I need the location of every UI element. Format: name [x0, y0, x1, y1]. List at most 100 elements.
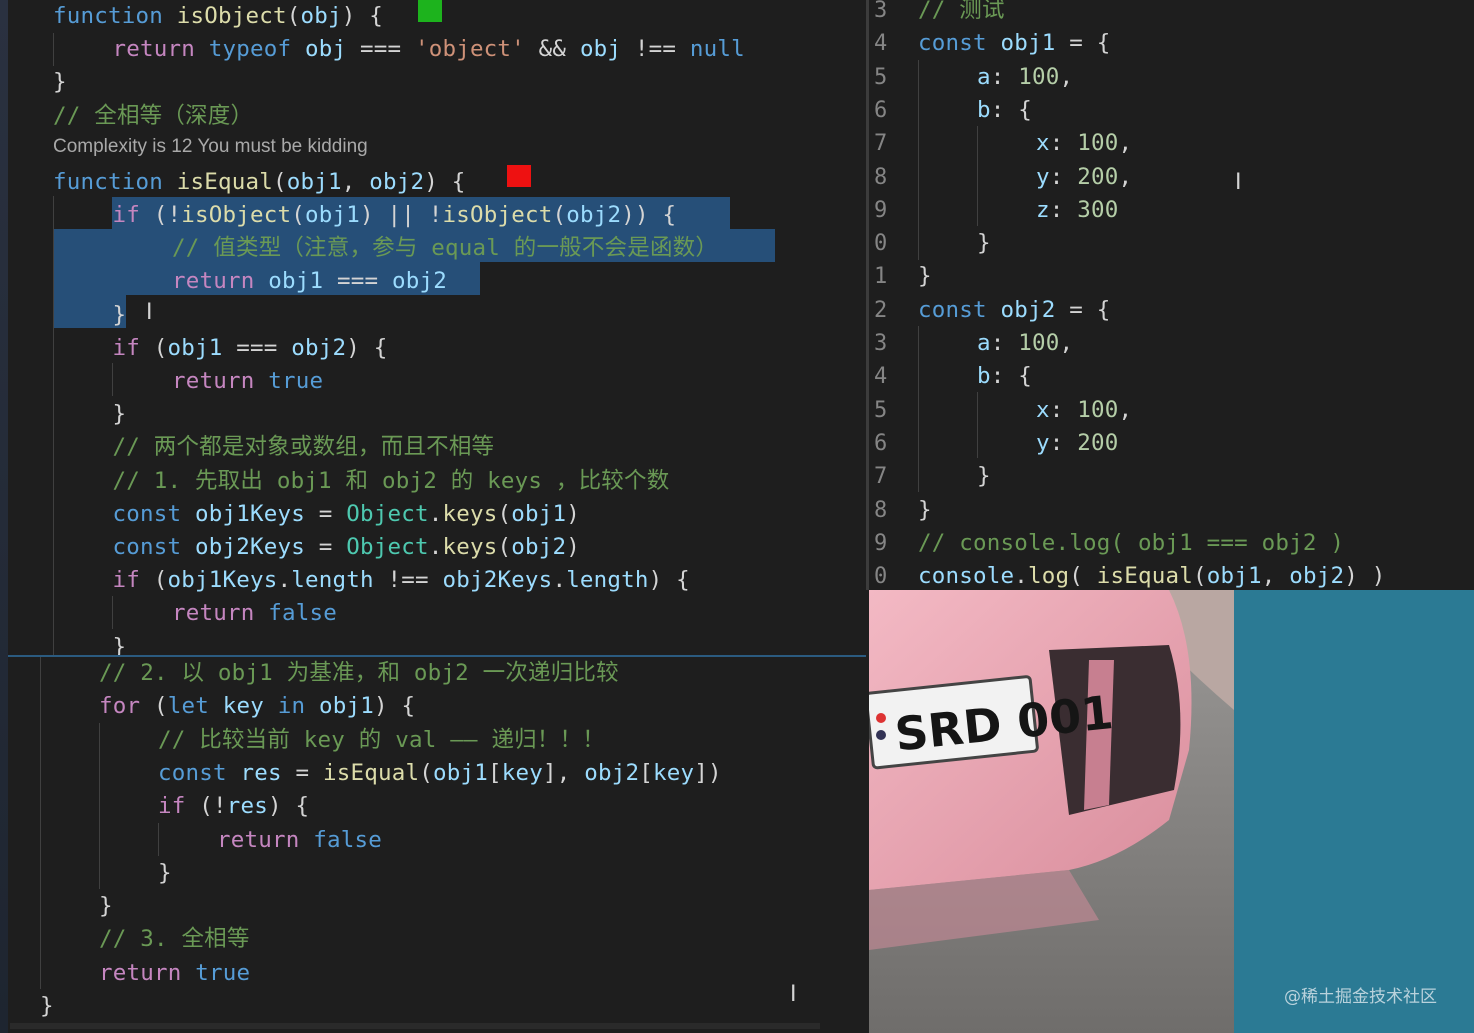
code-line[interactable]: y: 200,	[1036, 161, 1132, 194]
code-line[interactable]: const obj2Keys = Object.keys(obj2)	[113, 531, 580, 564]
code-token: isObject	[181, 202, 292, 228]
code-line[interactable]: }	[40, 990, 54, 1023]
code-token: )) {	[621, 202, 677, 228]
code-token: ,	[1118, 396, 1133, 423]
line-number: 8	[874, 497, 888, 523]
code-token: return	[172, 268, 255, 295]
code-line[interactable]: b: {	[977, 360, 1032, 393]
code-token: obj2	[584, 759, 640, 786]
editor-left-bottom[interactable]: // 2. 以 obj1 为基准，和 obj2 一次递归比较 for (let k…	[0, 657, 866, 1033]
code-line[interactable]: }	[113, 299, 127, 332]
code-token: .	[428, 534, 443, 560]
code-token: 100	[1018, 330, 1060, 356]
code-line[interactable]: // 值类型（注意，参与 equal 的一般不会是函数）	[172, 232, 718, 265]
line-number: 8	[874, 164, 888, 190]
code-line[interactable]: x: 100,	[1036, 127, 1132, 160]
code-token: // console.log( obj1 === obj2 )	[918, 529, 1345, 556]
code-token: &&	[524, 36, 580, 63]
code-line[interactable]: }	[977, 460, 991, 493]
code-line[interactable]: return obj1 === obj2	[172, 265, 447, 298]
code-line[interactable]: return true	[172, 365, 323, 398]
code-token: obj1	[167, 334, 223, 361]
code-line[interactable]: if (!res) {	[158, 790, 309, 823]
code-token: .	[1014, 563, 1028, 590]
code-token: // 3. 全相等	[99, 926, 250, 953]
code-line[interactable]: function isObject(obj) {	[53, 0, 383, 33]
code-line[interactable]: return true	[99, 957, 250, 990]
code-line[interactable]: z: 300	[1036, 194, 1119, 227]
code-token: .	[428, 500, 443, 527]
code-token: const	[158, 759, 227, 786]
code-token: [	[487, 759, 502, 786]
code-line[interactable]: }	[977, 227, 991, 260]
code-line[interactable]: a: 100,	[977, 61, 1073, 94]
code-token: // 1. 先取出 obj1 和 obj2 的 keys ，比较个数	[112, 467, 670, 494]
code-token: !==	[621, 36, 690, 63]
code-token: obj2	[1000, 296, 1056, 323]
code-line[interactable]: // 两个都是对象或数组，而且不相等	[113, 431, 495, 464]
code-line[interactable]: function isEqual(obj1, obj2) {	[53, 166, 465, 199]
code-line[interactable]: // 3. 全相等	[99, 923, 250, 956]
code-line[interactable]: if (obj1Keys.length !== obj2Keys.length)…	[113, 564, 690, 597]
editor-right[interactable]: 3// 测试 4 const obj1 = {5 a: 100, 6 b: {7 x: 10…	[869, 0, 1474, 590]
code-token: ])	[694, 759, 722, 786]
code-line[interactable]: return false	[217, 824, 382, 857]
code-token: }	[53, 69, 67, 96]
code-token: ,	[341, 168, 370, 195]
code-line[interactable]: return false	[172, 597, 337, 630]
code-line[interactable]: // 比较当前 key 的 val —— 递归！！！	[158, 724, 605, 757]
code-token: .	[552, 567, 567, 594]
code-line[interactable]: // 1. 先取出 obj1 和 obj2 的 keys ，比较个数	[113, 465, 670, 498]
code-token: false	[313, 826, 382, 853]
code-line[interactable]: }	[918, 260, 932, 293]
code-line[interactable]: }	[918, 494, 932, 527]
code-line[interactable]: }	[53, 66, 67, 99]
code-token: [	[639, 759, 653, 786]
code-line[interactable]: // 测试	[918, 0, 1005, 27]
code-token: z	[1036, 196, 1050, 223]
code-line[interactable]: }	[158, 857, 172, 890]
code-token: // 测试	[918, 0, 1005, 23]
code-token: =	[304, 500, 347, 527]
code-token: y	[1036, 429, 1050, 456]
code-token: log	[1027, 563, 1070, 590]
code-line[interactable]: x: 100,	[1036, 394, 1132, 427]
code-token: = {	[1055, 296, 1111, 323]
code-token: :	[1049, 163, 1078, 190]
code-token: (	[140, 567, 168, 594]
code-line[interactable]: a: 100,	[977, 327, 1073, 360]
code-token: ,	[1059, 330, 1074, 356]
code-line[interactable]: }	[113, 398, 127, 431]
code-line[interactable]: }	[99, 890, 113, 923]
code-line[interactable]: // 2. 以 obj1 为基准，和 obj2 一次递归比较	[99, 657, 619, 690]
line-number: 0	[874, 231, 888, 257]
code-line[interactable]: y: 200	[1036, 427, 1119, 460]
editor-left-top[interactable]: 2function isObject(obj) {3return typeof …	[0, 0, 866, 655]
code-line[interactable]: return typeof obj === 'object' && obj !=…	[113, 33, 745, 66]
code-line[interactable]: const obj1 = {	[918, 27, 1110, 60]
code-line[interactable]: for (let key in obj1) {	[99, 690, 415, 723]
code-line[interactable]: if (!isObject(obj1) || !isObject(obj2)) …	[113, 199, 677, 232]
horizontal-scrollbar[interactable]	[10, 1023, 820, 1029]
code-token: if	[112, 334, 140, 361]
code-token: return	[217, 826, 300, 853]
code-line[interactable]: // 全相等（深度）	[53, 100, 253, 133]
code-token: ,	[1118, 130, 1133, 157]
code-token: obj1	[432, 759, 488, 786]
indent-guide	[53, 33, 54, 66]
code-line[interactable]: b: {	[977, 94, 1032, 127]
code-line[interactable]: const obj1Keys = Object.keys(obj1)	[113, 498, 580, 531]
code-token: a	[977, 63, 991, 90]
code-line[interactable]: const res = isEqual(obj1[key], obj2[key]…	[158, 757, 722, 790]
code-line[interactable]: if (obj1 === obj2) {	[113, 332, 388, 365]
code-line[interactable]: console.log( isEqual(obj1, obj2) )	[918, 560, 1385, 590]
code-line[interactable]: }	[113, 631, 127, 655]
line-number: 7	[874, 464, 888, 490]
code-token: return	[99, 959, 182, 986]
code-line[interactable]: const obj2 = {	[918, 294, 1110, 327]
code-token: let	[167, 693, 209, 720]
codelens-complexity[interactable]: Complexity is 12 You must be kidding	[53, 130, 368, 163]
code-token: obj	[579, 36, 622, 63]
code-line[interactable]: // console.log( obj1 === obj2 )	[918, 527, 1344, 560]
